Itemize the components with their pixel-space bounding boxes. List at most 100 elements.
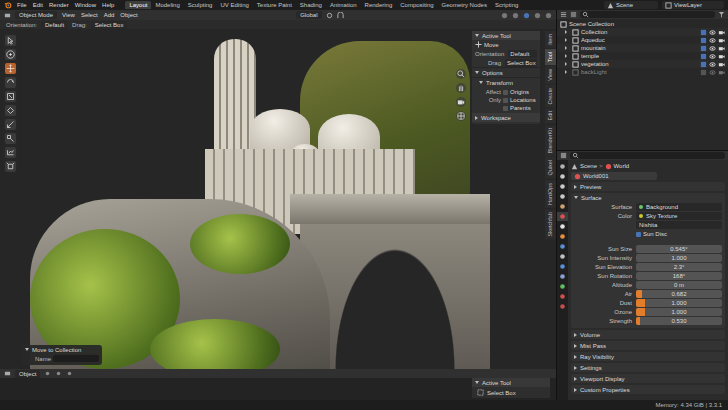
viewport[interactable]: Active ToolMoveOrientationDefaultDragSel… [0,29,556,369]
properties-search[interactable] [570,152,725,159]
outliner-row[interactable]: Collection [557,28,728,36]
orientation-dropdown[interactable]: Default [41,21,68,29]
sidebar-tab[interactable]: Quixel [545,157,556,179]
properties-tab[interactable] [557,222,568,231]
exclude-checkbox-icon[interactable] [700,29,707,36]
eye-icon[interactable] [709,61,716,68]
mode-dropdown[interactable]: Object Mode [15,11,57,19]
outliner-row[interactable]: vegetation [557,60,728,68]
options-header[interactable]: Options [472,67,540,77]
outliner-row[interactable]: temple [557,52,728,60]
viewport-menu[interactable]: Object [119,11,138,19]
number-field[interactable]: 2.3° [636,263,722,271]
sidebar-tab[interactable]: BlenderKit [545,125,556,156]
exclude-checkbox-icon[interactable] [700,69,707,76]
number-field[interactable]: 1.000 [636,254,722,262]
tool-button[interactable] [5,35,16,46]
editor-type-icon[interactable] [4,370,11,377]
workspace-tab[interactable]: Texture Paint [253,1,296,9]
timeline-mode-dropdown[interactable]: Object [15,370,40,378]
workspace-tab[interactable]: Rendering [361,1,397,9]
camera-icon[interactable] [718,53,725,60]
tool-button[interactable] [5,133,16,144]
slider-field[interactable]: 0.530 [636,317,722,325]
zoom-icon[interactable] [456,69,466,79]
dropdown-field[interactable]: Sky Texture [636,212,722,220]
camera-icon[interactable] [718,29,725,36]
sidebar-tab[interactable]: View [545,66,556,84]
outliner-row[interactable]: Aqueduc [557,36,728,44]
sidebar-tab[interactable]: Tool [545,49,556,65]
dropdown-field[interactable]: Nishita [636,221,722,229]
camera-icon[interactable] [456,97,466,107]
properties-tab[interactable] [557,162,568,171]
workspace-tab[interactable]: Scripting [491,1,522,9]
timeline-tool-icon[interactable] [55,370,62,377]
section-header[interactable]: Mist Pass [571,341,725,350]
section-header[interactable]: Surface [571,193,725,202]
redo-panel-header[interactable]: Move to Collection [22,345,102,354]
tool-button[interactable] [5,91,16,102]
workspace-tab[interactable]: Compositing [396,1,437,9]
drag-dropdown[interactable]: Select Box [505,59,537,67]
transform-header[interactable]: Transform [472,77,540,87]
view-layer-selector[interactable]: ViewLayer [662,1,724,9]
menu-item[interactable]: Edit [32,1,44,9]
camera-icon[interactable] [718,61,725,68]
pivot-icon[interactable] [326,12,333,19]
workspace-tab[interactable]: Animation [326,1,361,9]
viewport-menu[interactable]: Add [103,11,116,19]
properties-tab[interactable] [557,252,568,261]
shading-mode-icon[interactable] [534,12,541,19]
timeline-tool-icon[interactable] [44,370,51,377]
display-mode-icon[interactable] [570,11,577,18]
section-header[interactable]: Volume [571,330,725,339]
section-header[interactable]: Custom Properties [571,385,725,394]
snap-icon[interactable] [337,12,344,19]
workspace-tab[interactable]: Geometry Nodes [438,1,491,9]
transform-orientation-dropdown[interactable]: Global [296,11,321,19]
hand-icon[interactable] [456,83,466,93]
properties-tab[interactable] [557,202,568,211]
outliner-row[interactable]: backLight [557,68,728,76]
editor-type-icon[interactable] [4,12,11,19]
shading-mode-icon[interactable] [512,12,519,19]
eye-icon[interactable] [709,45,716,52]
slider-field[interactable]: 0.682 [636,290,722,298]
tool-button[interactable] [5,105,16,116]
menu-item[interactable]: Render [48,1,70,9]
shading-mode-icon[interactable] [501,12,508,19]
section-header[interactable]: Settings [571,363,725,372]
sidebar-tab[interactable]: Sketchfab [545,209,556,239]
properties-tab[interactable] [557,302,568,311]
menu-item[interactable]: Window [74,1,97,9]
properties-tab[interactable] [557,292,568,301]
sidebar-tab[interactable]: Item [545,31,556,48]
dropdown-field[interactable]: Background [636,203,722,211]
sidebar-tab[interactable]: HardOps [545,180,556,208]
affect-checkbox[interactable]: Locations [503,96,536,104]
sidebar-tab[interactable]: Create [545,85,556,108]
orientation-dropdown[interactable]: Default [508,50,537,58]
properties-tab[interactable] [557,172,568,181]
editor-type-icon[interactable] [560,152,567,159]
affect-checkbox[interactable]: Parents [503,104,536,112]
eye-icon[interactable] [709,69,716,76]
scene-selector[interactable]: Scene [604,1,658,9]
filter-icon[interactable] [718,11,725,18]
sidebar-tab[interactable]: Edit [545,108,556,123]
properties-tab[interactable] [557,262,568,271]
exclude-checkbox-icon[interactable] [700,45,707,52]
properties-tab[interactable] [557,272,568,281]
eye-icon[interactable] [709,29,716,36]
active-tool-header[interactable]: Active Tool [472,31,540,40]
tool-button[interactable] [5,119,16,130]
shading-mode-icon[interactable] [523,12,530,19]
properties-tab[interactable] [557,212,568,221]
properties-tab[interactable] [557,192,568,201]
viewport-menu[interactable]: View [61,11,76,19]
menu-item[interactable]: File [16,1,28,9]
workspace-tab[interactable]: Modeling [151,1,183,9]
tool-button[interactable] [5,147,16,158]
tool-button[interactable] [5,63,16,74]
